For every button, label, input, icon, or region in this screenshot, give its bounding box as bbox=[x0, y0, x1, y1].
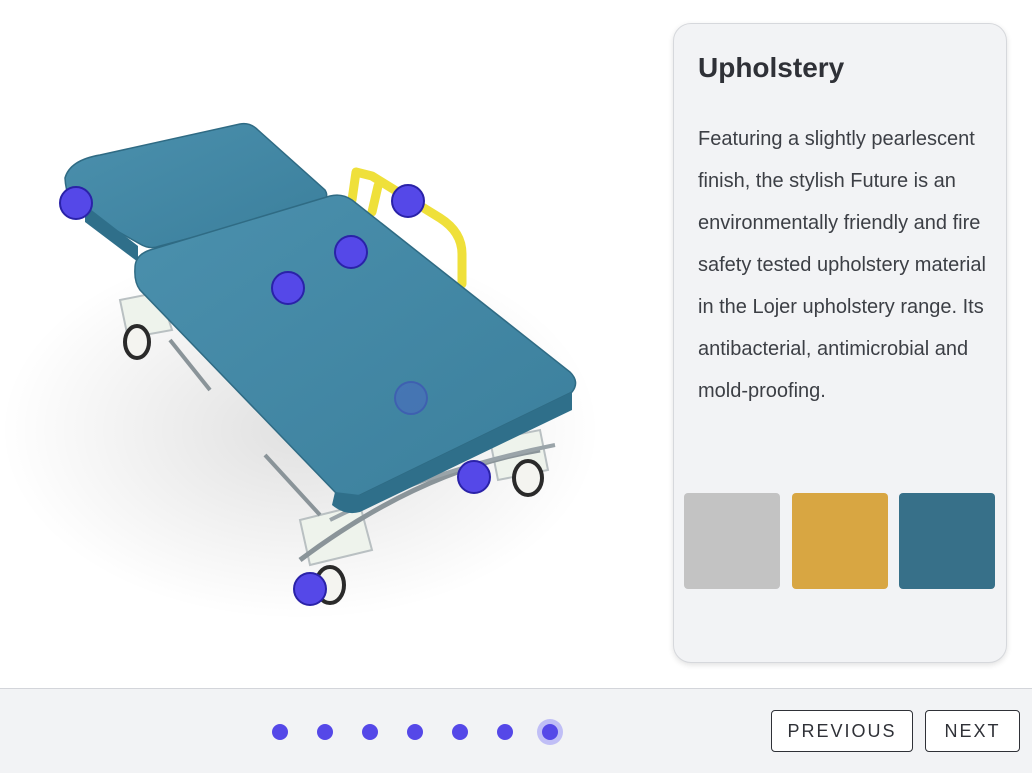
previous-button[interactable]: PREVIOUS bbox=[771, 710, 913, 752]
hotspot-upholstery[interactable] bbox=[271, 271, 305, 305]
hotspot-head-end[interactable] bbox=[59, 186, 93, 220]
treatment-table-model bbox=[0, 122, 600, 620]
page-dot-6[interactable] bbox=[497, 724, 513, 740]
page-dot-2[interactable] bbox=[317, 724, 333, 740]
info-panel: Upholstery Featuring a slightly pearlesc… bbox=[673, 23, 1007, 663]
panel-description: Featuring a slightly pearlescent finish,… bbox=[698, 128, 986, 402]
page-dot-3[interactable] bbox=[362, 724, 378, 740]
teal-swatch[interactable] bbox=[899, 493, 995, 589]
hotspot-wheel[interactable] bbox=[293, 572, 327, 606]
hotspot-side-rail[interactable] bbox=[391, 184, 425, 218]
gold-swatch[interactable] bbox=[792, 493, 888, 589]
page-dot-7-active[interactable] bbox=[542, 724, 558, 740]
panel-title: Upholstery bbox=[698, 52, 845, 83]
page-dot-1[interactable] bbox=[272, 724, 288, 740]
hotspot-base-frame[interactable] bbox=[457, 460, 491, 494]
grey-swatch[interactable] bbox=[684, 493, 780, 589]
footer-bar: PREVIOUS NEXT bbox=[0, 688, 1032, 773]
page-dot-4[interactable] bbox=[407, 724, 423, 740]
hotspot-pad-joint[interactable] bbox=[334, 235, 368, 269]
page-dot-5[interactable] bbox=[452, 724, 468, 740]
hotspot-hidden[interactable] bbox=[394, 381, 428, 415]
next-button[interactable]: NEXT bbox=[925, 710, 1020, 752]
